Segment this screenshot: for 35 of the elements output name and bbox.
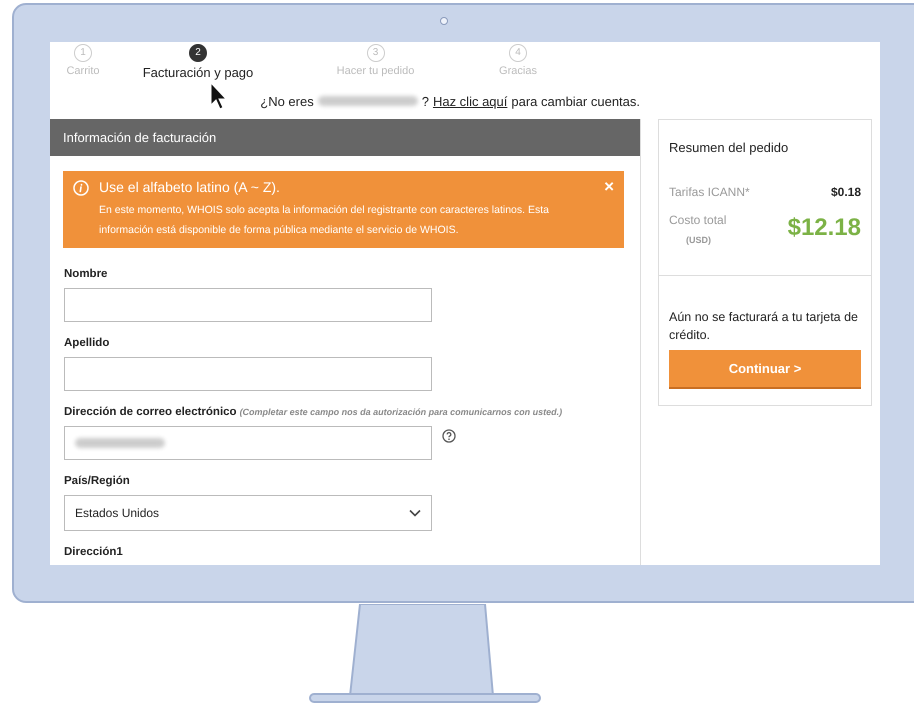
alert-title: Use el alfabeto latino (A ~ Z).: [99, 178, 280, 195]
fee-value: $0.18: [830, 184, 861, 199]
summary-title: Resumen del pedido: [669, 140, 790, 155]
email-field[interactable]: [64, 426, 432, 460]
notice-text: ?: [422, 94, 429, 109]
alert-message: En este momento, WHOIS solo acepta la información del registrante con caracteres latinos. Esta información está disponible de forma pública mediante el servicio de WHOIS.: [99, 202, 550, 238]
section-header: Información de facturación: [50, 118, 640, 156]
camera-icon: [440, 17, 448, 25]
field-label: Dirección1: [64, 546, 124, 558]
notice-text: para cambiar cuentas.: [511, 94, 640, 109]
notice-text: ¿No eres: [260, 94, 314, 109]
total-label: Costo total: [669, 212, 726, 227]
currency-label: (USD): [686, 234, 712, 245]
step-label: Carrito: [66, 64, 100, 77]
field-label: País/Región: [64, 474, 131, 487]
chevron-down-icon: [409, 508, 421, 517]
field-label: Apellido: [64, 336, 110, 349]
step-circle: 3: [366, 44, 384, 62]
field-label: Dirección de correo electrónico (Completar este campo nos da autorización para comunicarnos con usted.): [64, 406, 564, 418]
total-value: $12.18: [788, 214, 861, 242]
text-field[interactable]: [64, 288, 432, 322]
info-icon: [73, 180, 89, 196]
step-label: Hacer tu pedido: [336, 64, 414, 77]
fee-label: Tarifas ICANN*: [669, 184, 750, 199]
step-label: Facturación y pago: [142, 64, 254, 80]
step-circle: 1: [74, 44, 92, 62]
help-icon[interactable]: [442, 428, 456, 443]
country-select[interactable]: Estados Unidos: [64, 494, 432, 531]
step-circle: 4: [509, 44, 527, 62]
text-field[interactable]: [64, 356, 432, 391]
step-circle: 2: [189, 44, 207, 62]
field-label: Nombre: [64, 268, 108, 280]
step-label: Gracias: [499, 64, 537, 77]
switch-account-link[interactable]: Haz clic aquí: [432, 94, 508, 109]
billing-notice: Aún no se facturará a tu tarjeta de crédito.: [669, 308, 860, 344]
